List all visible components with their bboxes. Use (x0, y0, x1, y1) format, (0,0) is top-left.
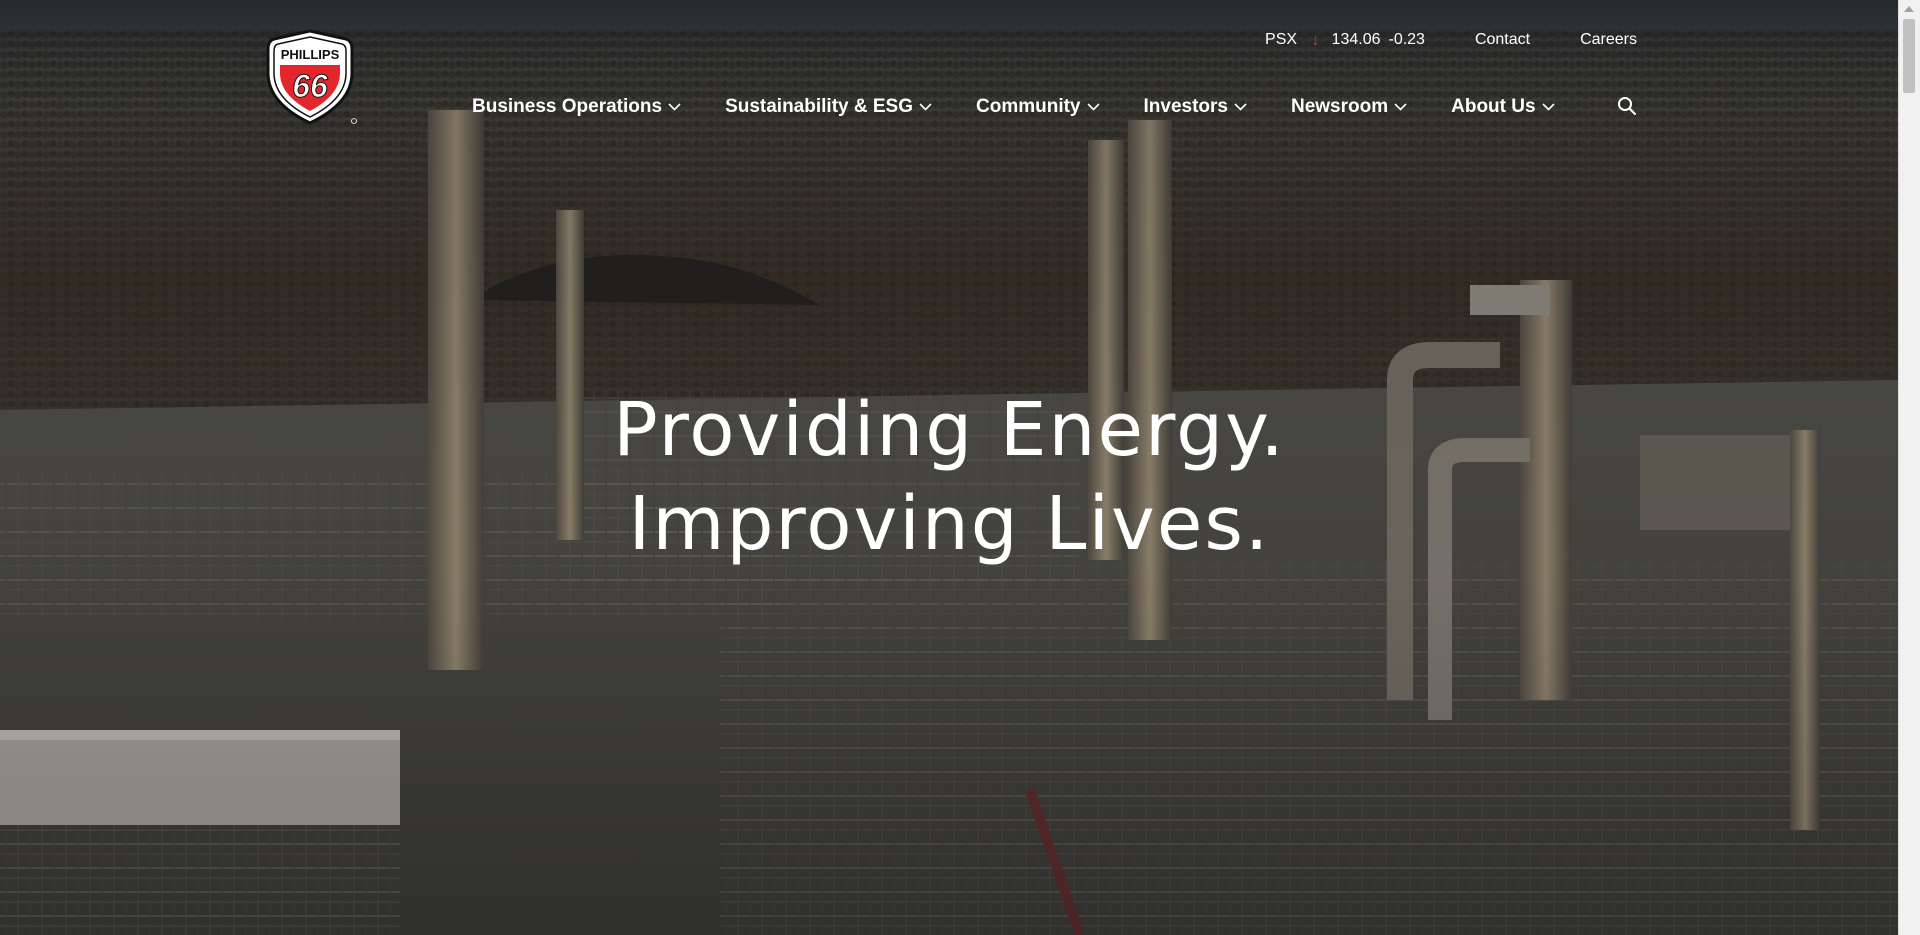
nav-investors[interactable]: Investors (1144, 96, 1247, 118)
utility-nav: PSX ↓ 134.06 -0.23 Contact Careers (1265, 30, 1637, 50)
phillips-66-logo[interactable]: PHILLIPS 66 (262, 29, 358, 125)
chevron-down-icon (1234, 103, 1247, 111)
chevron-down-icon (1086, 103, 1100, 111)
nav-label: Newsroom (1290, 96, 1389, 117)
stock-ticker[interactable]: PSX ↓ 134.06 -0.23 (1265, 30, 1425, 50)
nav-label: Community (976, 96, 1081, 117)
ticker-price: 134.06 (1331, 31, 1381, 48)
hero-headline-line-2: Improving Lives. (628, 481, 1271, 567)
logo-text-66: 66 (292, 68, 328, 104)
search-icon[interactable] (1617, 96, 1637, 116)
ticker-change: -0.23 (1388, 31, 1425, 48)
nav-label: About Us (1451, 96, 1536, 117)
chevron-down-icon (1541, 103, 1555, 111)
hero-headline-line-1: Providing Energy. (613, 387, 1286, 473)
chevron-down-icon (1394, 103, 1407, 111)
contact-link[interactable]: Contact (1475, 31, 1530, 49)
hero-headline: Providing Energy. Improving Lives. (0, 383, 1899, 571)
page-scrollbar[interactable] (1898, 0, 1920, 935)
nav-business-operations[interactable]: Business Operations (472, 96, 681, 118)
arrow-down-icon: ↓ (1311, 30, 1320, 49)
nav-label: Investors (1143, 96, 1228, 117)
ticker-symbol: PSX (1265, 31, 1298, 48)
nav-label: Business Operations (472, 96, 663, 117)
main-nav: Business Operations Sustainability & ESG… (472, 96, 1599, 118)
nav-newsroom[interactable]: Newsroom (1291, 96, 1407, 118)
nav-label: Sustainability & ESG (725, 96, 913, 117)
scrollbar-thumb[interactable] (1903, 19, 1915, 93)
careers-link[interactable]: Careers (1580, 31, 1637, 49)
nav-about-us[interactable]: About Us (1451, 96, 1555, 118)
chevron-down-icon (919, 103, 932, 111)
nav-community[interactable]: Community (976, 96, 1100, 118)
scroll-up-arrow-icon[interactable] (1904, 6, 1914, 12)
nav-sustainability-esg[interactable]: Sustainability & ESG (725, 96, 932, 118)
logo-text-phillips: PHILLIPS (281, 47, 340, 62)
chevron-down-icon (668, 103, 681, 111)
page-viewport: PHILLIPS 66 PSX ↓ 134.06 -0.23 Contact C… (0, 0, 1899, 935)
